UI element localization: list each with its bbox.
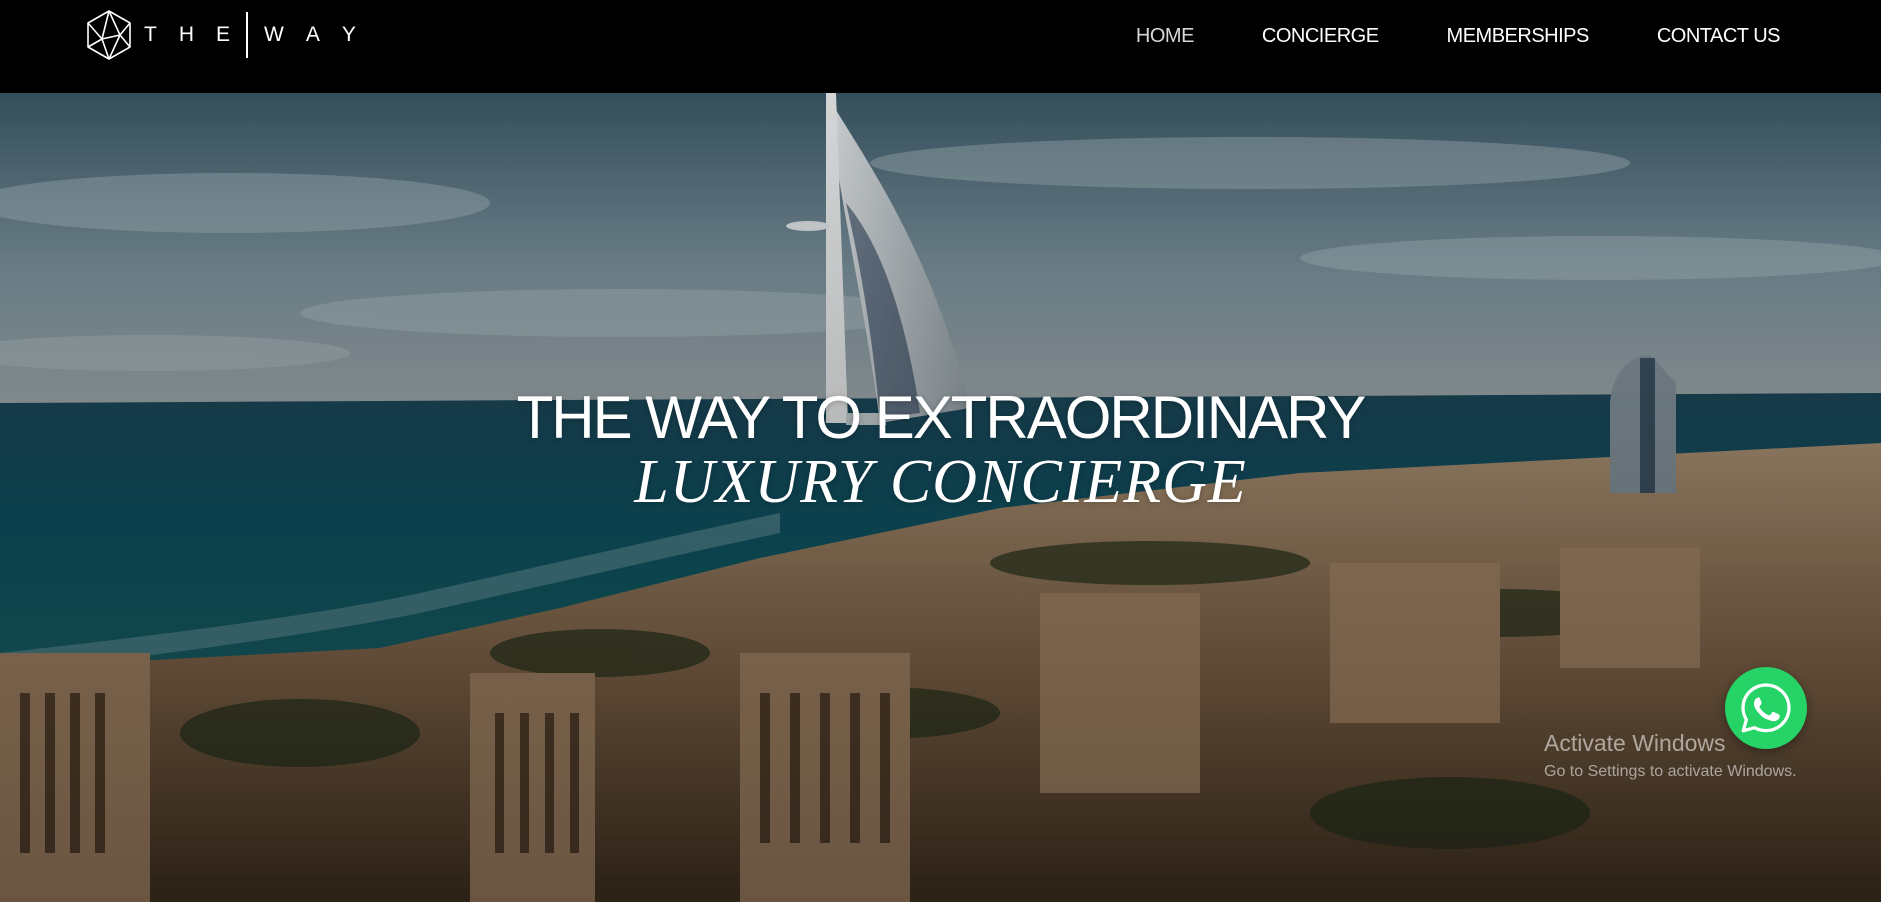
logo-letter: H [178, 23, 216, 46]
nav-contact-link[interactable]: CONTACT US [1657, 25, 1781, 48]
whatsapp-icon [1741, 683, 1791, 733]
main-nav: HOME CONCIERGE MEMBERSHIPS CONTACT US [1136, 20, 1781, 52]
nav-concierge-link[interactable]: CONCIERGE [1262, 25, 1379, 48]
whatsapp-button[interactable] [1725, 667, 1807, 749]
logo-divider [246, 12, 249, 58]
hero-subheadline: LUXURY CONCIERGE [634, 448, 1247, 516]
logo-letter: A [305, 23, 342, 46]
nav-memberships-link[interactable]: MEMBERSHIPS [1447, 25, 1590, 48]
logo-letter: W [264, 23, 306, 46]
nav-home-link[interactable]: HOME [1136, 25, 1195, 48]
logo-wordmark: T H E W A Y [144, 12, 378, 58]
geometric-polyhedron-logo-icon [87, 10, 131, 60]
logo-letter: Y [341, 23, 378, 46]
site-header: T H E W A Y HOME CONCIERGE MEMBERSHIPS C… [0, 0, 1881, 93]
site-logo[interactable]: T H E W A Y [86, 9, 378, 61]
hero-headline: THE WAY TO EXTRAORDINARY [516, 384, 1367, 451]
logo-letter: T [144, 23, 179, 46]
watermark-subtitle: Go to Settings to activate Windows. [1544, 763, 1797, 780]
